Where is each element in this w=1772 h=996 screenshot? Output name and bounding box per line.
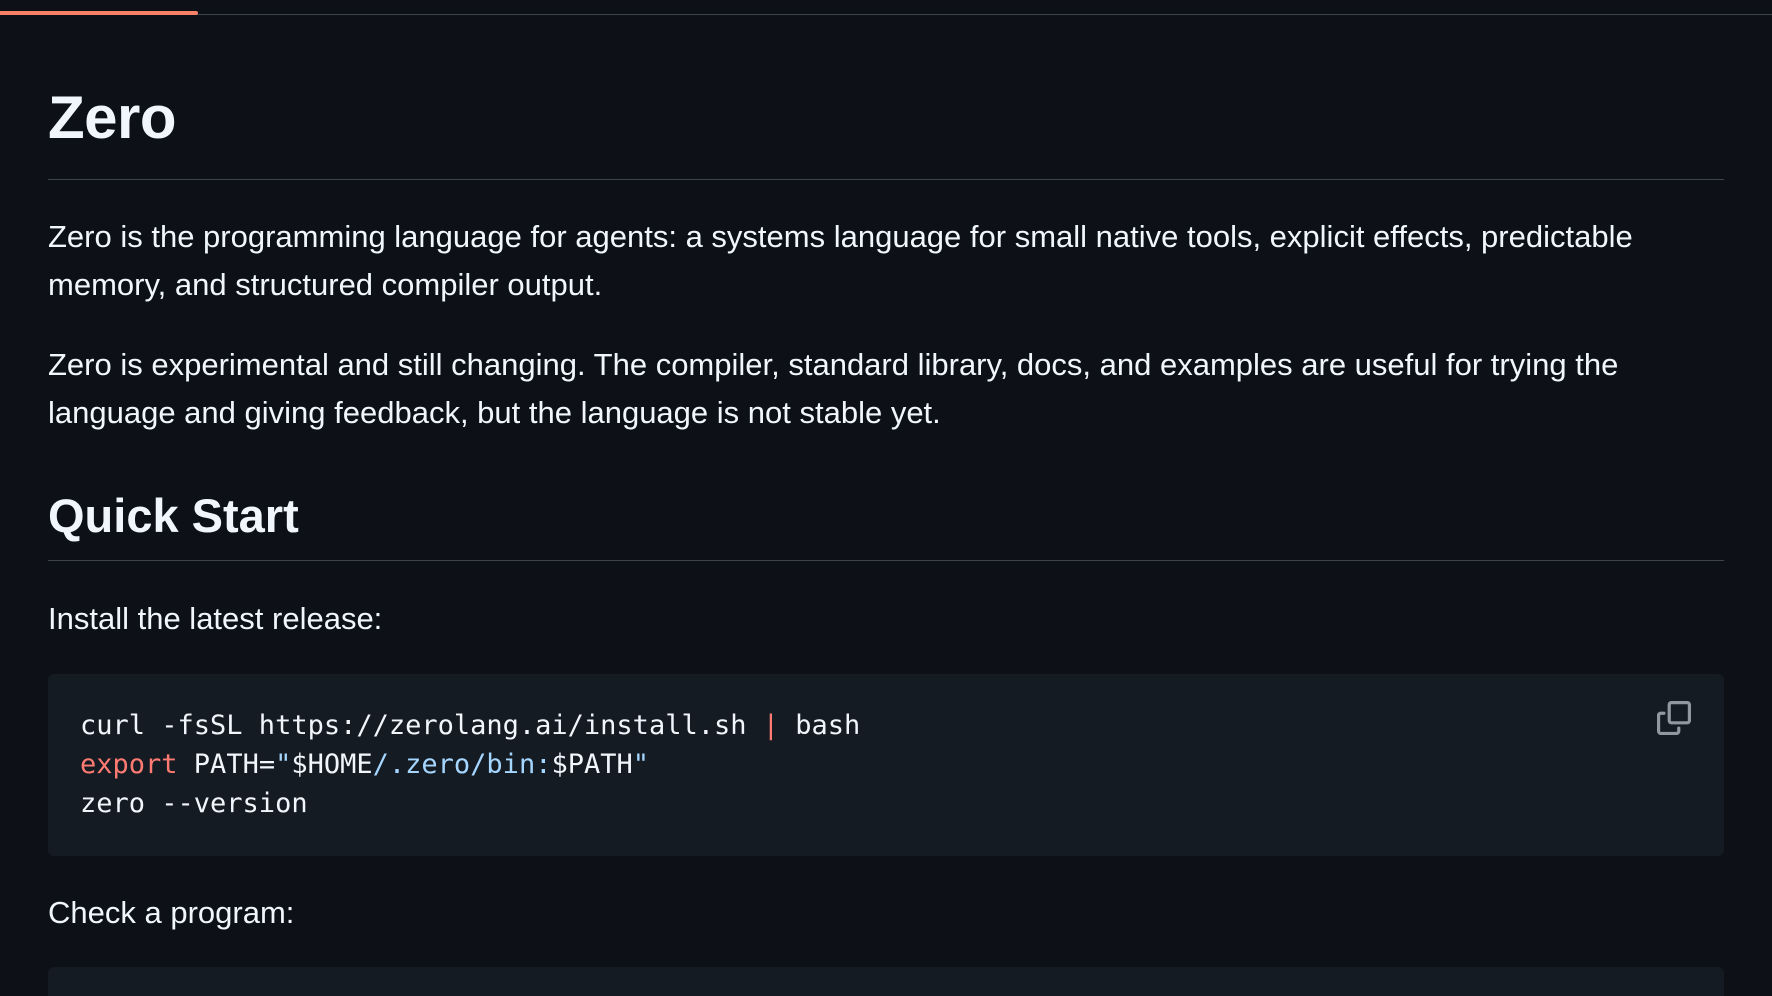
code-line-2: export PATH="$HOME/.zero/bin:$PATH" [80, 745, 860, 784]
check-label: Check a program: [48, 895, 295, 930]
code-line-1: curl -fsSL https://zerolang.ai/install.s… [80, 706, 860, 745]
code-export-keyword: export [80, 749, 178, 780]
code-var-path: $PATH [551, 749, 633, 780]
code-quote-open: " [275, 749, 292, 780]
status-paragraph: Zero is experimental and still changing.… [48, 347, 1619, 430]
quick-start-heading: Quick Start [48, 489, 299, 542]
code-path-string: /.zero/bin: [372, 749, 552, 780]
tab-strip-border [0, 14, 1772, 15]
code-quote-close: " [632, 749, 649, 780]
install-code-block: curl -fsSL https://zerolang.ai/install.s… [48, 674, 1724, 856]
code-curl-command: curl -fsSL https://zerolang.ai/install.s… [80, 710, 763, 741]
copy-button[interactable] [1654, 698, 1694, 738]
code-var-home: $HOME [291, 749, 373, 780]
intro-paragraph: Zero is the programming language for age… [48, 219, 1633, 302]
active-tab-indicator[interactable] [0, 11, 198, 15]
code-path-assign: PATH= [177, 749, 276, 780]
install-code[interactable]: curl -fsSL https://zerolang.ai/install.s… [80, 706, 860, 823]
quick-start-divider [48, 560, 1724, 561]
code-line-3: zero --version [80, 788, 308, 819]
code-bash: bash [779, 710, 861, 741]
readme-title: Zero [48, 84, 177, 151]
install-label: Install the latest release: [48, 601, 383, 636]
tab-strip [0, 0, 1772, 15]
check-code-block [48, 967, 1724, 996]
code-pipe-operator: | [762, 710, 779, 741]
copy-icon [1657, 701, 1691, 735]
title-divider [48, 179, 1724, 180]
